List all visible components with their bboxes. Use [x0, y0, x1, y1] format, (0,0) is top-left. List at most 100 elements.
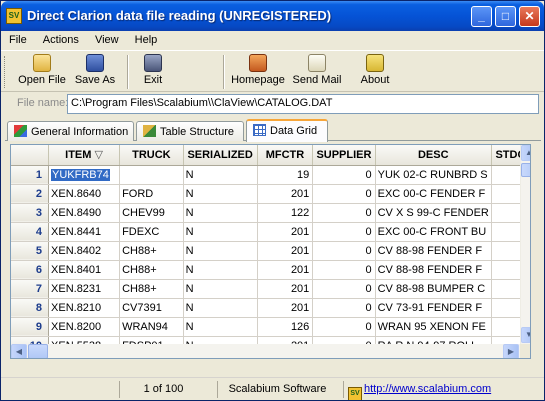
file-name-field[interactable]: C:\Program Files\Scalabium\\ClaView\CATA… [67, 94, 539, 114]
cell-mfctr[interactable]: 201 [257, 184, 314, 204]
cell-item[interactable]: XEN.8490 [48, 203, 121, 223]
table-row[interactable]: 7 XEN.8231 CH88+ N 201 0 CV 88-98 BUMPER C [11, 279, 530, 299]
table-row[interactable]: 5 XEN.8402 CH88+ N 201 0 CV 88-98 FENDER F [11, 241, 530, 261]
table-row[interactable]: 9 XEN.8200 WRAN94 N 126 0 WRAN 95 XENON FE [11, 317, 530, 337]
menu-file[interactable]: File [1, 31, 32, 50]
cell-serialized[interactable]: N [183, 184, 258, 204]
table-row[interactable]: 4 XEN.8441 FDEXC N 201 0 EXC 00-C FRONT BU [11, 222, 530, 242]
cell-truck[interactable]: CH88+ [119, 260, 184, 280]
cell-serialized[interactable]: N [183, 279, 258, 299]
cell-supplier[interactable]: 0 [312, 165, 376, 185]
cell-supplier[interactable]: 0 [312, 298, 376, 318]
cell-item[interactable]: XEN.8200 [48, 317, 121, 337]
cell-desc[interactable]: CV 88-98 FENDER F [375, 241, 492, 261]
cell-item[interactable]: XEN.8402 [48, 241, 121, 261]
company-name: Scalabium Software [217, 381, 337, 398]
tab-general-information[interactable]: General Information [7, 121, 134, 141]
close-button[interactable]: ✕ [519, 6, 540, 27]
about-button[interactable]: About [355, 54, 395, 90]
cell-supplier[interactable]: 0 [312, 203, 376, 223]
table-row[interactable]: 8 XEN.8210 CV7391 N 201 0 CV 73-91 FENDER F [11, 298, 530, 318]
send-mail-button[interactable]: Send Mail [291, 54, 343, 90]
cell-truck[interactable]: FDEXC [119, 222, 184, 242]
table-row[interactable]: 3 XEN.8490 CHEV99 N 122 0 CV X S 99-C FENDER [11, 203, 530, 223]
app-icon[interactable]: SV [6, 8, 22, 24]
cell-mfctr[interactable]: 201 [257, 222, 314, 242]
column-header-item[interactable]: ITEM ▽ [48, 145, 121, 166]
cell-item[interactable]: YUKFRB74 [48, 165, 121, 185]
cell-desc[interactable]: WRAN 95 XENON FE [375, 317, 492, 337]
tab-data-grid[interactable]: Data Grid [246, 119, 328, 142]
cell-supplier[interactable]: 0 [312, 241, 376, 261]
menu-view[interactable]: View [87, 31, 124, 50]
cell-supplier[interactable]: 0 [312, 184, 376, 204]
cell-supplier[interactable]: 0 [312, 222, 376, 242]
cell-item[interactable]: XEN.8441 [48, 222, 121, 242]
column-header-supplier[interactable]: SUPPLIER [312, 145, 376, 166]
cell-mfctr[interactable]: 201 [257, 279, 314, 299]
maximize-button[interactable]: □ [495, 6, 516, 27]
cell-truck[interactable] [119, 165, 184, 185]
column-header-truck[interactable]: TRUCK [119, 145, 184, 166]
cell-item[interactable]: XEN.8210 [48, 298, 121, 318]
column-header-serialized[interactable]: SERIALIZED [183, 145, 258, 166]
minimize-button[interactable]: _ [471, 6, 492, 27]
open-file-button[interactable]: Open File [15, 54, 69, 90]
scroll-up-button[interactable]: ▲ [521, 145, 530, 161]
cell-mfctr[interactable]: 122 [257, 203, 314, 223]
cell-serialized[interactable]: N [183, 298, 258, 318]
cell-mfctr[interactable]: 126 [257, 317, 314, 337]
cell-truck[interactable]: CH88+ [119, 279, 184, 299]
table-row[interactable]: 6 XEN.8401 CH88+ N 201 0 CV 88-98 FENDER F [11, 260, 530, 280]
cell-serialized[interactable]: N [183, 222, 258, 242]
scroll-right-button[interactable]: ▶ [503, 344, 519, 358]
toolbar-grip[interactable] [4, 56, 7, 88]
website-link[interactable]: http://www.scalabium.com [364, 383, 491, 395]
homepage-button[interactable]: Homepage [229, 54, 287, 90]
cell-desc[interactable]: CV X S 99-C FENDER [375, 203, 492, 223]
menu-actions[interactable]: Actions [35, 31, 84, 50]
horizontal-scrollbar[interactable]: ◀ ▶ [11, 344, 520, 358]
tab-table-structure[interactable]: Table Structure [136, 121, 244, 141]
cell-mfctr[interactable]: 19 [257, 165, 314, 185]
menu-help[interactable]: Help [127, 31, 163, 50]
vertical-scroll-thumb[interactable] [521, 163, 530, 177]
cell-mfctr[interactable]: 201 [257, 260, 314, 280]
cell-desc[interactable]: EXC 00-C FRONT BU [375, 222, 492, 242]
table-row[interactable]: 1 YUKFRB74 N 19 0 YUK 02-C RUNBRD S [11, 165, 530, 185]
save-as-button[interactable]: Save As [71, 54, 119, 90]
cell-item[interactable]: XEN.8640 [48, 184, 121, 204]
cell-truck[interactable]: WRAN94 [119, 317, 184, 337]
cell-serialized[interactable]: N [183, 241, 258, 261]
exit-button[interactable]: Exit [135, 54, 171, 90]
cell-serialized[interactable]: N [183, 260, 258, 280]
cell-serialized[interactable]: N [183, 317, 258, 337]
column-header-mfctr[interactable]: MFCTR [257, 145, 314, 166]
cell-truck[interactable]: CH88+ [119, 241, 184, 261]
cell-desc[interactable]: CV 88-98 BUMPER C [375, 279, 492, 299]
cell-serialized[interactable]: N [183, 165, 258, 185]
cell-supplier[interactable]: 0 [312, 260, 376, 280]
horizontal-scroll-thumb[interactable] [28, 344, 48, 358]
vertical-scrollbar[interactable]: ▲ ▼ [520, 145, 530, 344]
cell-desc[interactable]: EXC 00-C FENDER F [375, 184, 492, 204]
cell-truck[interactable]: CV7391 [119, 298, 184, 318]
scroll-down-button[interactable]: ▼ [521, 327, 530, 343]
column-header-desc[interactable]: DESC [375, 145, 492, 166]
cell-desc[interactable]: CV 88-98 FENDER F [375, 260, 492, 280]
cell-desc[interactable]: CV 73-91 FENDER F [375, 298, 492, 318]
cell-supplier[interactable]: 0 [312, 279, 376, 299]
cell-supplier[interactable]: 0 [312, 317, 376, 337]
table-row[interactable]: 2 XEN.8640 FORD N 201 0 EXC 00-C FENDER F [11, 184, 530, 204]
cell-mfctr[interactable]: 201 [257, 241, 314, 261]
cell-truck[interactable]: FORD [119, 184, 184, 204]
cell-mfctr[interactable]: 201 [257, 298, 314, 318]
cell-item[interactable]: XEN.8231 [48, 279, 121, 299]
cell-truck[interactable]: CHEV99 [119, 203, 184, 223]
scroll-left-button[interactable]: ◀ [11, 344, 27, 358]
data-grid[interactable]: ITEM ▽ TRUCK SERIALIZED MFCTR SUPPLIER D… [10, 144, 531, 359]
cell-desc[interactable]: YUK 02-C RUNBRD S [375, 165, 492, 185]
title-bar[interactable]: SV Direct Clarion data file reading (UNR… [1, 1, 544, 31]
cell-item[interactable]: XEN.8401 [48, 260, 121, 280]
cell-serialized[interactable]: N [183, 203, 258, 223]
